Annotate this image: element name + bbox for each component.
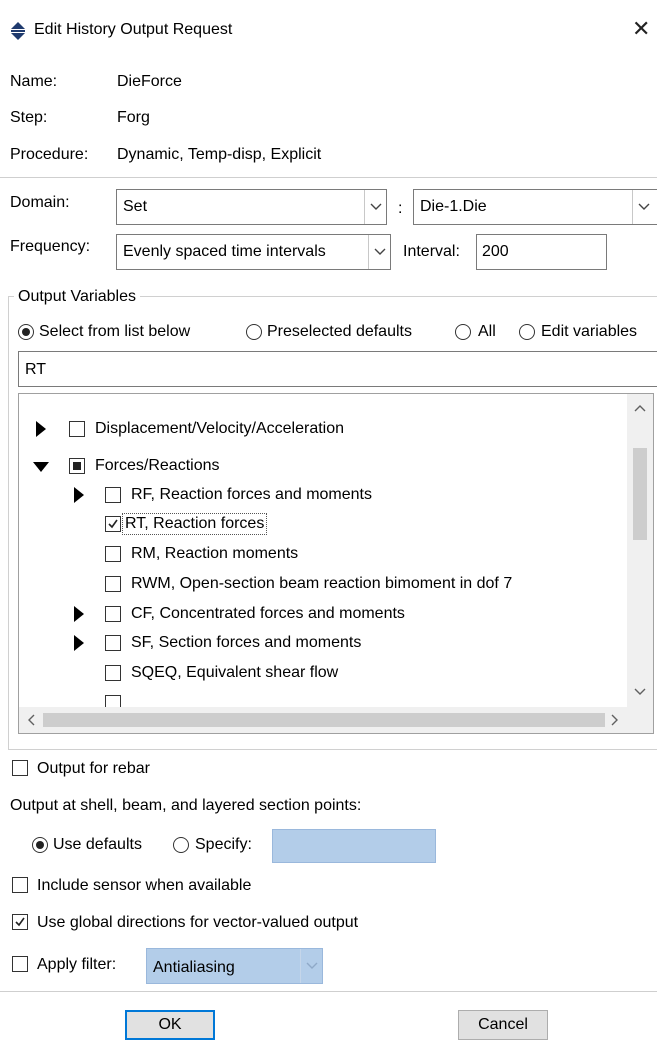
rebar-label[interactable]: Output for rebar (37, 759, 150, 779)
scroll-right-icon (611, 714, 618, 726)
filter-label[interactable]: Apply filter: (37, 955, 116, 975)
check-icon (15, 917, 25, 927)
ok-button[interactable]: OK (125, 1010, 215, 1040)
domain-set-value: Die-1.Die (420, 198, 487, 215)
tree-checkbox-forces[interactable] (69, 458, 85, 474)
scroll-down-icon (634, 688, 646, 695)
domain-type-select[interactable]: Set (116, 189, 387, 225)
tree-checkbox-rm[interactable] (105, 546, 121, 562)
interval-input[interactable]: 200 (476, 234, 607, 270)
radio-all-label[interactable]: All (478, 322, 496, 342)
output-variables-legend: Output Variables (14, 287, 140, 307)
radio-edit-variables-label[interactable]: Edit variables (541, 322, 637, 342)
expand-arrow-icon[interactable] (74, 487, 84, 503)
radio-select-from-list[interactable] (18, 324, 34, 340)
expand-arrow-icon[interactable] (74, 635, 84, 651)
rebar-checkbox[interactable] (12, 760, 28, 776)
expand-arrow-icon[interactable] (74, 606, 84, 622)
horizontal-scrollbar[interactable] (19, 707, 627, 733)
radio-select-from-list-label[interactable]: Select from list below (39, 322, 190, 342)
horizontal-scroll-thumb[interactable] (43, 713, 605, 727)
radio-use-defaults[interactable] (32, 837, 48, 853)
tree-label-sf[interactable]: SF, Section forces and moments (131, 633, 361, 653)
expand-arrow-icon[interactable] (36, 421, 46, 437)
name-label: Name: (10, 73, 58, 90)
domain-type-value: Set (123, 198, 148, 215)
step-value: Forg (117, 109, 150, 126)
radio-specify-label[interactable]: Specify: (195, 835, 252, 855)
sensor-checkbox[interactable] (12, 877, 28, 893)
filter-select: Antialiasing (146, 948, 323, 984)
sensor-label[interactable]: Include sensor when available (37, 876, 251, 896)
radio-specify[interactable] (173, 837, 189, 853)
interval-value: 200 (482, 243, 509, 260)
radio-edit-variables[interactable] (519, 324, 535, 340)
filter-checkbox[interactable] (12, 956, 28, 972)
tree-checkbox-rwm[interactable] (105, 576, 121, 592)
tree-checkbox-displacement[interactable] (69, 421, 85, 437)
collapse-arrow-icon[interactable] (33, 462, 49, 472)
variables-tree[interactable]: Displacement/Velocity/Acceleration Force… (18, 393, 654, 734)
global-directions-checkbox[interactable] (12, 914, 28, 930)
scroll-left-icon (28, 714, 35, 726)
specify-input (272, 829, 436, 863)
domain-colon: : (398, 200, 403, 217)
variables-text-input[interactable]: RT (18, 351, 657, 387)
tree-checkbox-rt[interactable] (105, 516, 121, 532)
separator (0, 991, 657, 992)
tree-label-sqeq[interactable]: SQEQ, Equivalent shear flow (131, 663, 338, 683)
domain-set-select[interactable]: Die-1.Die (413, 189, 657, 225)
tree-label-rf[interactable]: RF, Reaction forces and moments (131, 485, 372, 505)
scroll-corner (627, 707, 653, 733)
chevron-down-icon[interactable] (364, 190, 386, 224)
tree-checkbox-cf[interactable] (105, 606, 121, 622)
frequency-label: Frequency: (10, 238, 91, 255)
scroll-up-icon (634, 405, 646, 412)
tree-checkbox-sqeq[interactable] (105, 665, 121, 681)
procedure-label: Procedure: (10, 146, 89, 163)
variables-text-value: RT (25, 361, 47, 378)
cancel-button[interactable]: Cancel (458, 1010, 548, 1040)
frequency-value: Evenly spaced time intervals (123, 243, 326, 260)
vertical-scrollbar[interactable] (627, 394, 653, 707)
tree-label-cf[interactable]: CF, Concentrated forces and moments (131, 604, 405, 624)
step-label: Step: (10, 109, 48, 126)
check-icon (108, 519, 118, 529)
interval-label: Interval: (403, 243, 460, 260)
tree-label-forces[interactable]: Forces/Reactions (95, 456, 220, 476)
procedure-value: Dynamic, Temp-disp, Explicit (117, 146, 322, 163)
chevron-down-icon (300, 949, 322, 983)
global-directions-label[interactable]: Use global directions for vector-valued … (37, 913, 358, 933)
window-title: Edit History Output Request (34, 21, 233, 38)
app-icon (11, 22, 25, 40)
radio-preselected-defaults-label[interactable]: Preselected defaults (267, 322, 412, 342)
name-value: DieForce (117, 73, 182, 90)
domain-label: Domain: (10, 194, 70, 211)
radio-all[interactable] (455, 324, 471, 340)
frequency-select[interactable]: Evenly spaced time intervals (116, 234, 391, 270)
tree-label-displacement[interactable]: Displacement/Velocity/Acceleration (95, 419, 344, 439)
radio-use-defaults-label[interactable]: Use defaults (53, 835, 142, 855)
tree-checkbox-rf[interactable] (105, 487, 121, 503)
tree-label-rm[interactable]: RM, Reaction moments (131, 544, 298, 564)
tree-checkbox-sf[interactable] (105, 635, 121, 651)
close-icon[interactable]: ✕ (632, 17, 650, 41)
chevron-down-icon[interactable] (632, 190, 654, 224)
chevron-down-icon[interactable] (368, 235, 390, 269)
section-points-label: Output at shell, beam, and layered secti… (10, 797, 362, 814)
tree-label-rt[interactable]: RT, Reaction forces (121, 513, 268, 535)
vertical-scroll-thumb[interactable] (633, 448, 647, 540)
filter-value: Antialiasing (153, 959, 235, 976)
separator (0, 177, 657, 178)
radio-preselected-defaults[interactable] (246, 324, 262, 340)
tree-label-rwm[interactable]: RWM, Open-section beam reaction bimoment… (131, 574, 512, 594)
